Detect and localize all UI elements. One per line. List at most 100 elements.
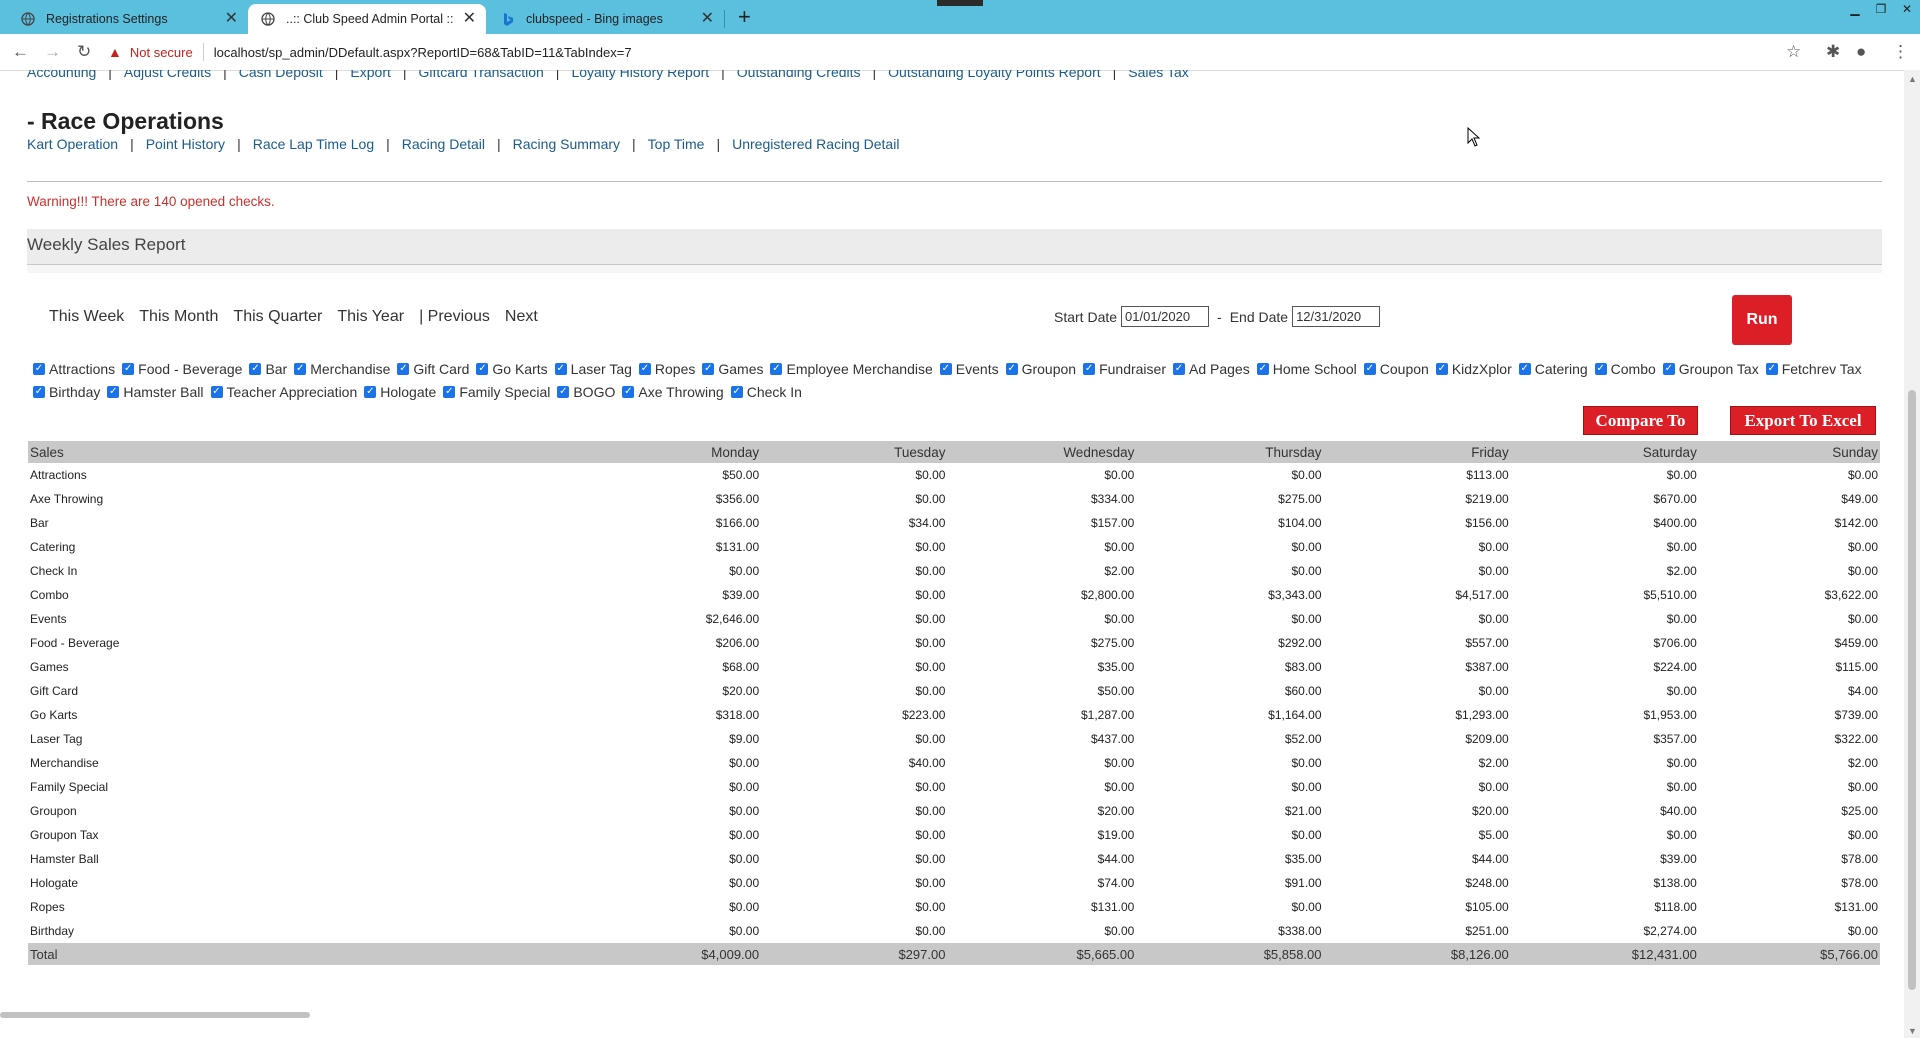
category-checkbox[interactable]: ✓ Birthday: [27, 382, 100, 402]
profile-icon[interactable]: ●: [1856, 42, 1866, 62]
checkbox-checked-icon[interactable]: ✓: [364, 386, 377, 398]
url-text[interactable]: localhost/sp_admin/DDefault.aspx?ReportI…: [214, 45, 632, 60]
category-checkbox[interactable]: ✓ Coupon: [1358, 359, 1429, 379]
menu-icon[interactable]: ⋮: [1892, 42, 1909, 62]
race-operations-link[interactable]: Point History: [146, 136, 225, 152]
finance-link[interactable]: Accounting: [27, 70, 96, 80]
vertical-scrollbar[interactable]: ▲ ▼: [1904, 70, 1920, 1038]
category-checkbox[interactable]: ✓ Family Special: [437, 382, 550, 402]
race-operations-link[interactable]: Racing Summary: [513, 136, 620, 152]
finance-link[interactable]: Sales Tax: [1128, 70, 1188, 80]
category-checkbox[interactable]: ✓ Bar: [243, 359, 287, 379]
checkbox-checked-icon[interactable]: ✓: [294, 363, 307, 375]
checkbox-checked-icon[interactable]: ✓: [1662, 363, 1675, 375]
race-operations-link[interactable]: Unregistered Racing Detail: [732, 136, 899, 152]
forward-icon[interactable]: →: [44, 42, 61, 62]
close-tab-icon[interactable]: ✕: [701, 11, 714, 27]
security-indicator[interactable]: ▲ Not secure: [108, 44, 193, 60]
checkbox-checked-icon[interactable]: ✓: [1765, 363, 1778, 375]
checkbox-checked-icon[interactable]: ✓: [1435, 363, 1448, 375]
category-checkbox[interactable]: ✓ Ropes: [633, 359, 695, 379]
close-tab-icon[interactable]: ✕: [225, 11, 238, 27]
finance-link[interactable]: Outstanding Credits: [737, 70, 861, 80]
checkbox-checked-icon[interactable]: ✓: [730, 386, 743, 398]
race-operations-link[interactable]: Racing Detail: [402, 136, 485, 152]
finance-link[interactable]: Outstanding Loyalty Points Report: [888, 70, 1100, 80]
category-checkbox[interactable]: ✓ Home School: [1251, 359, 1357, 379]
checkbox-checked-icon[interactable]: ✓: [210, 386, 223, 398]
checkbox-checked-icon[interactable]: ✓: [1594, 363, 1607, 375]
category-checkbox[interactable]: ✓ BOGO: [551, 382, 615, 402]
finance-link[interactable]: Export: [350, 70, 390, 80]
finance-link[interactable]: Cash Deposit: [239, 70, 323, 80]
extensions-icon[interactable]: ✱: [1826, 42, 1840, 62]
close-tab-icon[interactable]: ✕: [463, 11, 476, 27]
export-to-excel-button[interactable]: Export To Excel: [1730, 406, 1876, 435]
checkbox-checked-icon[interactable]: ✓: [622, 386, 635, 398]
checkbox-checked-icon[interactable]: ✓: [770, 363, 783, 375]
browser-tab-registrations[interactable]: Registrations Settings ✕: [0, 4, 249, 34]
reload-icon[interactable]: ↻: [77, 42, 91, 62]
omnibox[interactable]: ▲ Not secure localhost/sp_admin/DDefault…: [108, 38, 1808, 66]
checkbox-checked-icon[interactable]: ✓: [397, 363, 410, 375]
period-link[interactable]: Next: [505, 308, 538, 326]
category-checkbox[interactable]: ✓ Combo: [1589, 359, 1656, 379]
category-checkbox[interactable]: ✓ Groupon: [1000, 359, 1076, 379]
checkbox-checked-icon[interactable]: ✓: [554, 363, 567, 375]
checkbox-checked-icon[interactable]: ✓: [1173, 363, 1185, 375]
period-link[interactable]: | Previous: [419, 308, 490, 326]
checkbox-checked-icon[interactable]: ✓: [557, 386, 570, 398]
category-checkbox[interactable]: ✓ Ad Pages: [1167, 359, 1250, 379]
category-checkbox[interactable]: ✓ Merchandise: [288, 359, 390, 379]
compare-to-button[interactable]: Compare To: [1583, 406, 1698, 435]
category-checkbox[interactable]: ✓ Fetchrev Tax: [1760, 359, 1862, 379]
checkbox-checked-icon[interactable]: ✓: [939, 363, 952, 375]
category-checkbox[interactable]: ✓ Axe Throwing: [616, 382, 724, 402]
scroll-down-icon[interactable]: ▼: [1908, 1026, 1917, 1036]
category-checkbox[interactable]: ✓ Laser Tag: [549, 359, 632, 379]
checkbox-checked-icon[interactable]: ✓: [443, 386, 456, 398]
category-checkbox[interactable]: ✓ Employee Merchandise: [764, 359, 933, 379]
category-checkbox[interactable]: ✓ Food - Beverage: [116, 359, 242, 379]
checkbox-checked-icon[interactable]: ✓: [33, 363, 45, 375]
finance-link[interactable]: Loyalty History Report: [571, 70, 709, 80]
new-tab-icon[interactable]: +: [738, 6, 751, 28]
end-date-input[interactable]: [1292, 306, 1381, 327]
checkbox-checked-icon[interactable]: ✓: [638, 363, 651, 375]
minimize-icon[interactable]: ▁: [1842, 0, 1868, 18]
checkbox-checked-icon[interactable]: ✓: [122, 363, 135, 375]
checkbox-checked-icon[interactable]: ✓: [249, 363, 262, 375]
category-checkbox[interactable]: ✓ Fundraiser: [1077, 359, 1166, 379]
browser-tab-bing[interactable]: clubspeed - Bing images ✕: [486, 4, 725, 34]
period-link[interactable]: This Month: [139, 308, 218, 326]
close-window-icon[interactable]: ✕: [1894, 0, 1920, 18]
back-icon[interactable]: ←: [12, 42, 29, 62]
race-operations-link[interactable]: Top Time: [648, 136, 705, 152]
scrollbar-thumb[interactable]: [1908, 390, 1916, 990]
category-checkbox[interactable]: ✓ Hamster Ball: [101, 382, 204, 402]
checkbox-checked-icon[interactable]: ✓: [1083, 363, 1096, 375]
category-checkbox[interactable]: ✓ Gift Card: [391, 359, 469, 379]
category-checkbox[interactable]: ✓ Events: [934, 359, 999, 379]
period-link[interactable]: This Year: [337, 308, 404, 326]
category-checkbox[interactable]: ✓ Check In: [725, 382, 802, 402]
checkbox-checked-icon[interactable]: ✓: [1256, 363, 1269, 375]
category-checkbox[interactable]: ✓ Games: [696, 359, 763, 379]
category-checkbox[interactable]: ✓ Hologate: [358, 382, 436, 402]
checkbox-checked-icon[interactable]: ✓: [702, 363, 715, 375]
browser-tab-admin-portal[interactable]: ..:: Club Speed Admin Portal ::.. ✕: [248, 4, 486, 34]
checkbox-checked-icon[interactable]: ✓: [1005, 363, 1018, 375]
checkbox-checked-icon[interactable]: ✓: [33, 386, 45, 398]
category-checkbox[interactable]: ✓ Go Karts: [470, 359, 548, 379]
horizontal-scrollbar[interactable]: [0, 1012, 310, 1018]
checkbox-checked-icon[interactable]: ✓: [1363, 363, 1376, 375]
checkbox-checked-icon[interactable]: ✓: [107, 386, 120, 398]
race-operations-link[interactable]: Race Lap Time Log: [253, 136, 374, 152]
race-operations-link[interactable]: Kart Operation: [27, 136, 118, 152]
category-checkbox[interactable]: ✓ Catering: [1513, 359, 1588, 379]
period-link[interactable]: This Week: [49, 308, 124, 326]
scroll-up-icon[interactable]: ▲: [1908, 74, 1917, 84]
run-button[interactable]: Run: [1732, 295, 1792, 345]
checkbox-checked-icon[interactable]: ✓: [476, 363, 489, 375]
finance-link[interactable]: Giftcard Transaction: [419, 70, 544, 80]
